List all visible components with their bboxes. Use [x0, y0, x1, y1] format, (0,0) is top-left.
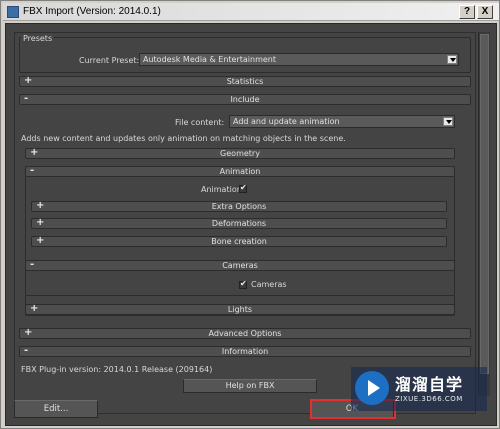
rollout-extra-options-label: Extra Options — [211, 202, 267, 211]
rollout-cameras[interactable]: - Cameras — [25, 259, 455, 271]
rollout-statistics-label: Statistics — [226, 77, 264, 86]
cameras-checkbox[interactable] — [239, 279, 247, 289]
watermark-name: 溜溜自学 — [395, 375, 464, 394]
watermark: 溜溜自学 ZIXUE.3D66.COM — [351, 367, 487, 411]
dialog-client-area: Presets Current Preset: Autodesk Media &… — [5, 23, 497, 426]
chevron-down-icon — [447, 55, 457, 64]
help-title-button[interactable]: ? — [459, 5, 475, 19]
rollout-deformations[interactable]: + Deformations — [31, 217, 447, 229]
rollout-information-label: Information — [221, 347, 269, 356]
animation-checkbox[interactable] — [239, 183, 247, 193]
cameras-checkbox-label: Cameras — [251, 280, 287, 289]
file-content-value: Add and update animation — [233, 117, 340, 126]
rollout-geometry[interactable]: + Geometry — [25, 147, 455, 159]
watermark-url: ZIXUE.3D66.COM — [395, 395, 463, 403]
file-content-description: Adds new content and updates only animat… — [21, 134, 346, 143]
rollout-bone-creation-label: Bone creation — [211, 237, 267, 246]
animation-checkbox-label: Animation — [201, 185, 242, 194]
rollout-animation-label: Animation — [219, 167, 261, 176]
rollout-statistics[interactable]: + Statistics — [19, 75, 471, 87]
current-preset-value: Autodesk Media & Entertainment — [143, 55, 276, 64]
presets-label: Presets — [21, 34, 55, 43]
chevron-down-icon — [443, 117, 453, 126]
file-content-dropdown[interactable]: Add and update animation — [229, 115, 455, 128]
edit-button[interactable]: Edit... — [14, 400, 98, 418]
rollout-lights-label: Lights — [227, 305, 253, 314]
rollout-animation[interactable]: - Animation — [25, 165, 455, 177]
rollout-lights[interactable]: + Lights — [25, 303, 455, 315]
window-title: FBX Import (Version: 2014.0.1) — [23, 6, 161, 17]
rollout-cameras-label: Cameras — [222, 261, 258, 270]
fbx-import-window: FBX Import (Version: 2014.0.1) ? X Prese… — [0, 0, 500, 429]
scrollbar-thumb[interactable] — [480, 34, 489, 374]
rollout-information[interactable]: - Information — [19, 345, 471, 357]
rollout-panel: Presets Current Preset: Autodesk Media &… — [14, 32, 476, 414]
rollout-advanced-options[interactable]: + Advanced Options — [19, 327, 471, 339]
rollout-extra-options[interactable]: + Extra Options — [31, 200, 447, 212]
close-title-button[interactable]: X — [477, 5, 493, 19]
plugin-version-text: FBX Plug-in version: 2014.0.1 Release (2… — [21, 365, 213, 374]
play-logo-icon — [355, 371, 389, 405]
rollout-advanced-label: Advanced Options — [208, 329, 282, 338]
app-icon — [7, 6, 19, 18]
rollout-deformations-label: Deformations — [211, 219, 267, 228]
current-preset-dropdown[interactable]: Autodesk Media & Entertainment — [139, 53, 459, 66]
current-preset-label: Current Preset: — [79, 56, 140, 65]
file-content-label: File content: — [175, 118, 225, 127]
rollout-bone-creation[interactable]: + Bone creation — [31, 235, 447, 247]
rollout-include-label: Include — [230, 95, 260, 104]
help-on-fbx-button[interactable]: Help on FBX — [183, 379, 317, 393]
rollout-include[interactable]: - Include — [19, 93, 471, 105]
rollout-geometry-label: Geometry — [220, 149, 260, 158]
title-bar[interactable]: FBX Import (Version: 2014.0.1) ? X — [3, 3, 499, 21]
panel-scrollbar[interactable] — [478, 32, 490, 396]
